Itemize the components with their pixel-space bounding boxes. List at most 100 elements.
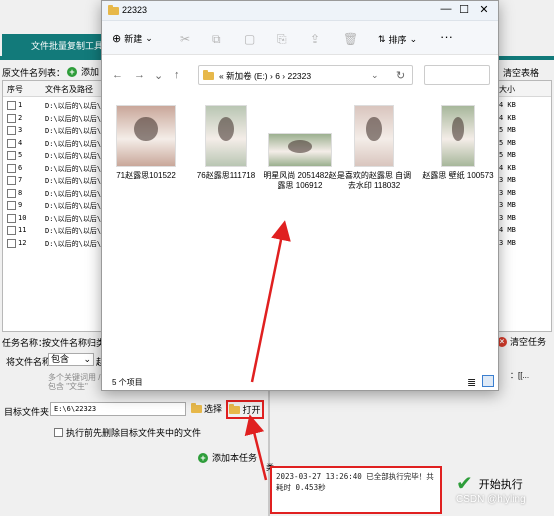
row-index: 7	[18, 176, 23, 184]
row-path: D:\以后的\以后\	[45, 139, 102, 148]
back-icon[interactable]: ←	[112, 69, 123, 81]
more-button[interactable]: ···	[440, 29, 453, 44]
explorer-status-bar: 5 个项目 ≣	[102, 371, 498, 391]
row-checkbox[interactable]	[7, 163, 16, 173]
up-icon[interactable]: ↑	[174, 69, 180, 81]
row-size: 3 MB	[499, 188, 516, 197]
row-path: D:\以后的\以后\	[45, 214, 102, 223]
details-view-icon[interactable]: ≣	[467, 376, 476, 389]
row-path: D:\以后的\以后\	[45, 152, 102, 160]
filename-rule-label: 将文件名称	[6, 357, 52, 367]
rename-icon[interactable]: ⎘	[277, 32, 287, 47]
col-index[interactable]: 序号	[7, 84, 23, 95]
file-item[interactable]: 明星风尚 2051482赵露思 106912	[262, 101, 338, 191]
sort-label: 排序	[388, 35, 407, 45]
sort-button[interactable]: ⇅ 排序 ⌄	[378, 33, 417, 46]
file-item[interactable]: 是喜欢的赵露思 自调 去水印 118032	[336, 101, 412, 191]
new-label: 新建	[124, 34, 143, 44]
row-index: 3	[18, 126, 23, 134]
col-size[interactable]: 大小	[499, 84, 515, 95]
folder-icon	[191, 402, 202, 413]
cut-icon[interactable]: ✂	[180, 32, 190, 46]
row-index: 2	[18, 113, 23, 122]
plus-circle-icon: ⊕	[112, 33, 122, 45]
image-thumbnail	[354, 105, 394, 167]
portrait-shape	[451, 116, 465, 141]
row-size: 4 KB	[499, 163, 516, 172]
file-item[interactable]: 71赵露思101522	[108, 101, 184, 181]
paste-icon[interactable]: ▢	[244, 32, 255, 46]
clear-table-button[interactable]: 清空表格	[503, 66, 539, 79]
choose-folder-button[interactable]: 选择	[191, 402, 222, 415]
row-index: 1	[18, 101, 23, 109]
watermark: CSDN @hlyling	[456, 494, 526, 505]
maximize-icon[interactable]: ☐	[454, 3, 474, 16]
delete-before-checkbox[interactable]: 执行前先删除目标文件夹中的文件	[54, 426, 201, 439]
open-folder-button[interactable]: 打开	[226, 400, 264, 419]
execute-button[interactable]: ✔ 开始执行	[456, 474, 523, 494]
open-label: 打开	[242, 405, 261, 415]
address-bar[interactable]: « 新加卷 (E:) › 6 › 22323 ⌄ ↻	[198, 65, 413, 85]
image-thumbnail	[441, 105, 475, 167]
task-name-input[interactable]: 按文件名称归类	[42, 336, 105, 349]
row-path: D:\以后的\以后\	[45, 177, 102, 185]
execute-label: 开始执行	[478, 479, 523, 491]
row-checkbox[interactable]	[7, 101, 16, 110]
row-path: D:\以后的\以后\	[45, 239, 102, 248]
file-item[interactable]: 76赵露思111718	[188, 101, 264, 181]
row-checkbox[interactable]	[7, 188, 16, 198]
row-size: 5 MB	[499, 126, 516, 134]
row-checkbox[interactable]	[7, 176, 16, 185]
close-icon[interactable]: ✕	[474, 3, 494, 16]
row-checkbox[interactable]	[7, 226, 16, 235]
clear-task-button[interactable]: × 清空任务	[497, 335, 546, 348]
contains-select[interactable]: 包含 ⌄	[48, 353, 94, 366]
chevron-down-icon[interactable]: ⌄	[371, 70, 379, 81]
file-name: 明星风尚 2051482赵露思 106912	[263, 171, 337, 190]
row-index: 10	[18, 213, 27, 222]
file-name: 76赵露思111718	[196, 171, 256, 180]
breadcrumb[interactable]: « 新加卷 (E:) › 6 › 22323	[219, 70, 311, 82]
refresh-icon[interactable]: ↻	[396, 69, 405, 82]
target-folder-input[interactable]: E:\6\22323	[50, 402, 186, 416]
add-file-button[interactable]: + 添加	[67, 65, 99, 78]
minimize-icon[interactable]: —	[436, 3, 456, 15]
large-icons-view-icon[interactable]	[482, 375, 494, 387]
add-file-label: 添加	[81, 67, 100, 77]
file-item[interactable]: 赵露思 壁纸 100573	[420, 101, 496, 181]
share-icon[interactable]: ⇪	[310, 32, 320, 46]
folder-icon	[108, 5, 119, 15]
row-path: D:\以后的\以后\	[45, 202, 102, 210]
row-size: 4 KB	[499, 113, 516, 122]
add-task-label: 添加本任务	[212, 453, 258, 463]
choose-label: 选择	[204, 404, 223, 414]
row-checkbox[interactable]	[7, 151, 16, 160]
row-checkbox[interactable]	[7, 138, 16, 148]
row-index: 8	[18, 188, 23, 197]
chevron-down-icon: ⌄	[145, 33, 153, 43]
log-output: 2023-03-27 13:26:40 已全部执行完毕！共耗时 0.453秒	[270, 466, 442, 514]
row-checkbox[interactable]	[7, 113, 16, 123]
add-task-button[interactable]: + 添加本任务	[198, 451, 257, 464]
portrait-shape	[366, 116, 382, 141]
delete-icon[interactable]: 🗑	[343, 32, 358, 46]
row-checkbox[interactable]	[7, 213, 16, 223]
search-input[interactable]	[424, 65, 490, 85]
new-button[interactable]: ⊕ 新建 ⌄	[112, 32, 153, 45]
copy-icon[interactable]: ⧉	[212, 32, 221, 47]
row-checkbox[interactable]	[7, 126, 16, 135]
explorer-titlebar: 22323 — ☐ ✕	[102, 1, 498, 21]
col-path[interactable]: 文件名及路径	[45, 84, 93, 95]
row-checkbox[interactable]	[7, 201, 16, 210]
explorer-title: 22323	[122, 5, 148, 15]
forward-icon[interactable]: →	[134, 69, 145, 81]
folder-open-icon	[229, 403, 241, 414]
chevron-down-icon[interactable]: ⌄	[154, 69, 163, 82]
hint-line-2: 包含 "文生"	[48, 382, 88, 391]
contains-value: 包含	[51, 354, 70, 364]
portrait-shape	[287, 139, 313, 153]
file-name: 赵露思 壁纸 100573	[422, 171, 494, 180]
row-checkbox[interactable]	[7, 238, 16, 248]
folder-icon	[203, 70, 214, 80]
file-name: 是喜欢的赵露思 自调 去水印 118032	[336, 171, 412, 190]
